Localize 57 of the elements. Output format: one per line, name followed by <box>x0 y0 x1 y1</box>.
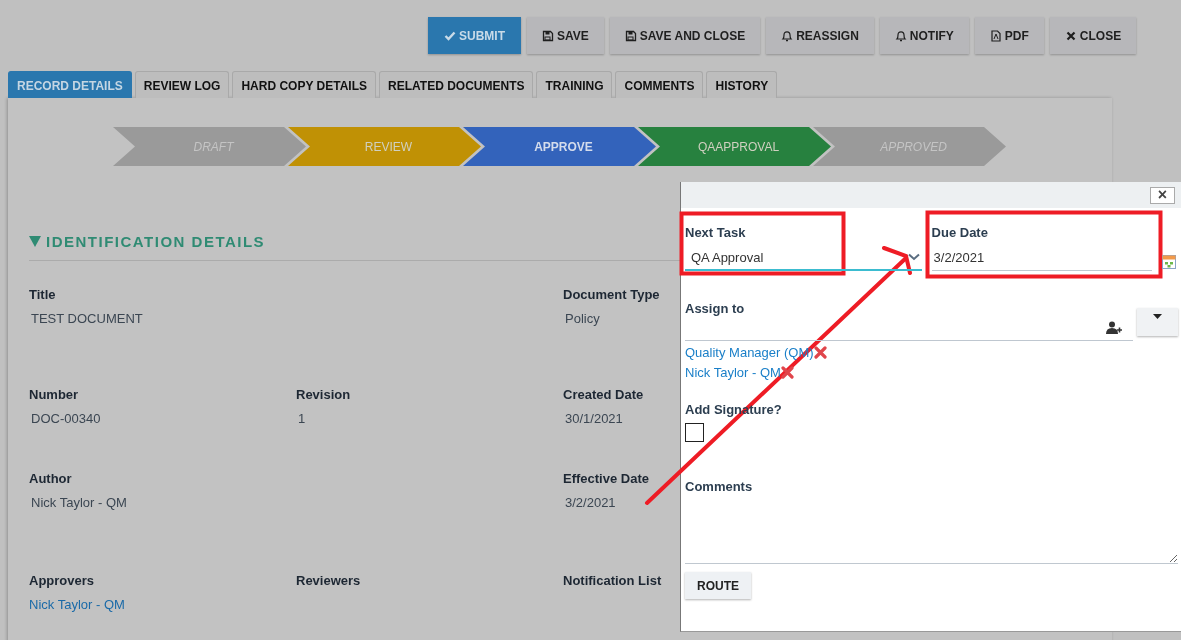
bell-icon <box>781 29 794 42</box>
field-label: Effective Date <box>563 471 649 486</box>
pdf-file-icon <box>989 29 1002 42</box>
toolbar-button[interactable]: SAVE AND CLOSE <box>609 17 761 54</box>
assignee-link[interactable]: Nick Taylor - QM <box>685 365 781 380</box>
field-value: 1 <box>297 411 306 426</box>
route-button[interactable]: ROUTE <box>685 572 751 599</box>
floppy-icon <box>542 29 554 42</box>
toolbar-button[interactable]: SAVE <box>527 17 604 54</box>
workflow-step: REVIEW <box>288 127 481 166</box>
field-label: Due Date <box>931 225 989 240</box>
field-value: DOC-00340 <box>30 411 101 426</box>
triangle-icon[interactable] <box>29 236 41 247</box>
dropdown-button[interactable] <box>1137 308 1178 336</box>
field-value: 30/1/2021 <box>564 411 623 426</box>
field-label: Comments <box>685 479 754 494</box>
toolbar-button[interactable]: PDF <box>974 17 1044 54</box>
field-value: Nick Taylor - QM <box>30 495 127 510</box>
field-label: Number <box>29 387 79 402</box>
toolbar-button[interactable]: NOTIFY <box>879 17 969 54</box>
remove-icon[interactable] <box>813 346 827 359</box>
floppy-icon <box>624 29 637 42</box>
field-label: Document Type <box>563 287 660 302</box>
tab[interactable]: REVIEW LOG <box>134 71 230 98</box>
check-icon <box>444 29 456 42</box>
tab[interactable]: COMMENTS <box>615 71 704 98</box>
field-label: Author <box>29 471 72 486</box>
field-label: Revision <box>296 387 351 402</box>
caret-icon <box>1153 314 1162 319</box>
field-label: Title <box>29 287 56 302</box>
field-label: Notification List <box>563 573 662 588</box>
add-person-icon[interactable] <box>1106 321 1123 334</box>
workflow-step: QAAPPROVAL <box>638 127 831 166</box>
tab[interactable]: HARD COPY DETAILS <box>232 71 377 98</box>
tab[interactable]: HISTORY <box>706 71 778 98</box>
field-label: Next Task <box>685 225 747 240</box>
bell-icon <box>894 29 907 42</box>
signature-checkbox[interactable] <box>685 423 704 442</box>
field-label: Reviewers <box>296 573 361 588</box>
chevron-down-icon <box>907 253 920 261</box>
calendar-icon[interactable] <box>1162 255 1176 269</box>
close-button[interactable]: × <box>1150 186 1175 204</box>
field-label: Created Date <box>563 387 644 402</box>
tab[interactable]: TRAINING <box>536 71 613 98</box>
workflow-step: APPROVE <box>463 127 656 166</box>
close-icon <box>1064 29 1077 42</box>
tab[interactable]: RELATED DOCUMENTS <box>379 71 534 98</box>
remove-icon[interactable] <box>780 366 794 379</box>
field-label: Approvers <box>29 573 95 588</box>
field-value: TEST DOCUMENT <box>30 311 143 326</box>
field-label: Assign to <box>685 301 746 316</box>
toolbar-button[interactable]: REASSIGN <box>766 17 874 54</box>
field-value: Policy <box>564 311 600 326</box>
toolbar-button[interactable]: CLOSE <box>1049 17 1137 54</box>
next-task-select[interactable]: QA Approval <box>685 245 922 271</box>
section-title: IDENTIFICATION DETAILS <box>46 233 266 250</box>
field-value: 3/2/2021 <box>564 495 616 510</box>
